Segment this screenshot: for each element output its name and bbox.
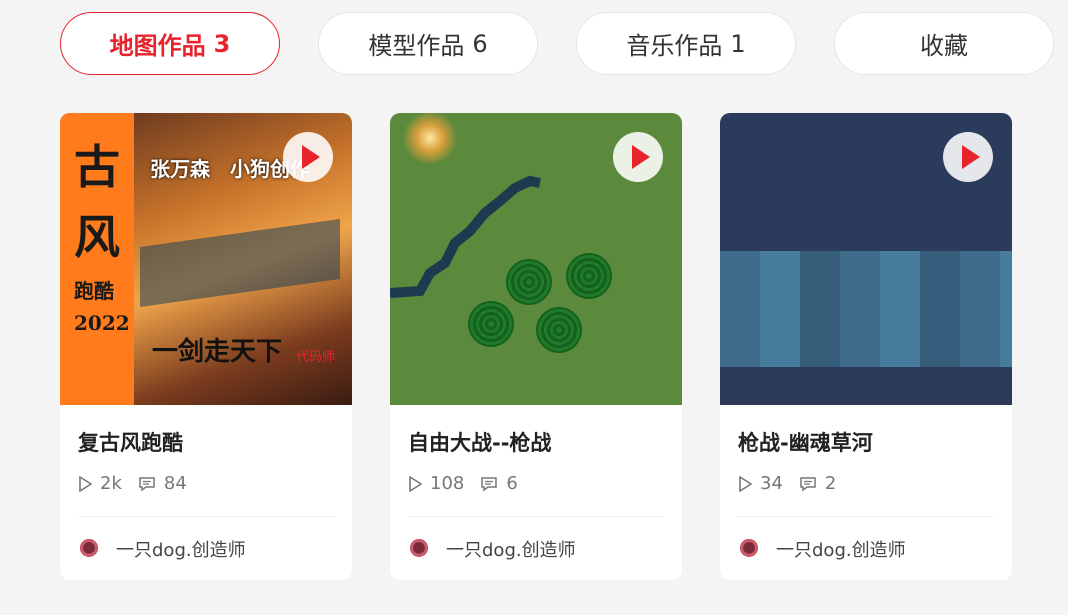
play-icon[interactable] [613,132,663,182]
tab-label: 模型作品 [368,32,465,60]
comment-count: 2 [799,473,836,494]
play-count: 108 [408,473,464,494]
tab-label: 收藏 [920,32,968,60]
thumbnail-text: 一剑走天下 [152,337,283,367]
comment-icon [481,476,498,491]
play-count: 2k [78,473,122,494]
divider [738,516,994,517]
play-count: 34 [738,473,783,494]
thumbnail-text: 跑酷 [74,279,114,303]
thumbnail-text: 古 [74,140,120,194]
work-stats: 34 2 [738,473,852,494]
divider [408,516,664,517]
thumbnail-decoration [566,253,612,299]
play-icon[interactable] [283,132,333,182]
thumbnail-decoration [536,307,582,353]
author-info[interactable]: 一只dog.创造师 [738,536,906,562]
play-count-value: 34 [760,473,783,494]
thumbnail-decoration [140,218,340,308]
comment-icon [139,476,155,491]
tab-favorites[interactable]: 收藏 [834,12,1054,75]
play-outline-icon [79,475,92,492]
work-card[interactable]: 自由大战--枪战 108 6 一只dog.创造师 [390,113,682,580]
work-stats: 108 6 [408,473,534,494]
author-name[interactable]: 一只dog.创造师 [116,536,246,562]
thumbnail-text: 风 [74,210,120,264]
author-info[interactable]: 一只dog.创造师 [78,536,246,562]
thumbnail-text: 2022 [74,311,130,335]
tab-count: 1 [730,29,746,58]
avatar[interactable] [408,538,430,560]
avatar[interactable] [738,538,760,560]
tab-model-works[interactable]: 模型作品 6 [318,12,538,75]
work-card[interactable]: 古 风 跑酷 2022 张万森 小狗创作 一剑走天下 代码师 复古风跑酷 2k … [60,113,352,580]
play-count-value: 2k [100,473,122,494]
thumbnail-decoration [468,301,514,347]
category-tabs: 地图作品 3 模型作品 6 音乐作品 1 收藏 [60,12,1054,75]
divider [78,516,334,517]
tab-label: 音乐作品 [626,32,723,60]
comment-count-value: 84 [163,473,187,494]
thumbnail-decoration [720,367,1012,405]
tab-map-works[interactable]: 地图作品 3 [60,12,280,75]
comment-count-value: 6 [506,473,518,494]
tab-count: 6 [472,29,488,58]
work-thumbnail[interactable] [720,113,1012,405]
play-count-value: 108 [430,473,465,494]
work-title[interactable]: 复古风跑酷 [78,427,183,457]
work-thumbnail[interactable] [390,113,682,405]
author-info[interactable]: 一只dog.创造师 [408,536,576,562]
play-outline-icon [739,475,752,492]
comment-icon [800,476,816,491]
comment-count: 6 [480,473,518,494]
work-card[interactable]: 枪战-幽魂草河 34 2 一只dog.创造师 [720,113,1012,580]
tab-label: 地图作品 [109,32,206,60]
thumbnail-decoration [720,251,1012,367]
comment-count-value: 2 [824,473,837,494]
play-icon[interactable] [943,132,993,182]
thumbnail-text: 代码师 [296,350,336,365]
tab-music-works[interactable]: 音乐作品 1 [576,12,796,75]
thumbnail-decoration [506,259,552,305]
work-title[interactable]: 自由大战--枪战 [408,427,551,457]
tab-count: 3 [213,29,231,58]
author-name[interactable]: 一只dog.创造师 [776,536,906,562]
work-stats: 2k 84 [78,473,203,494]
work-thumbnail[interactable]: 古 风 跑酷 2022 张万森 小狗创作 一剑走天下 代码师 [60,113,352,405]
play-outline-icon [409,475,422,492]
author-name[interactable]: 一只dog.创造师 [446,536,576,562]
work-title[interactable]: 枪战-幽魂草河 [738,427,873,457]
avatar[interactable] [78,538,100,560]
comment-count: 84 [138,473,187,494]
work-cards: 古 风 跑酷 2022 张万森 小狗创作 一剑走天下 代码师 复古风跑酷 2k … [60,113,1012,580]
